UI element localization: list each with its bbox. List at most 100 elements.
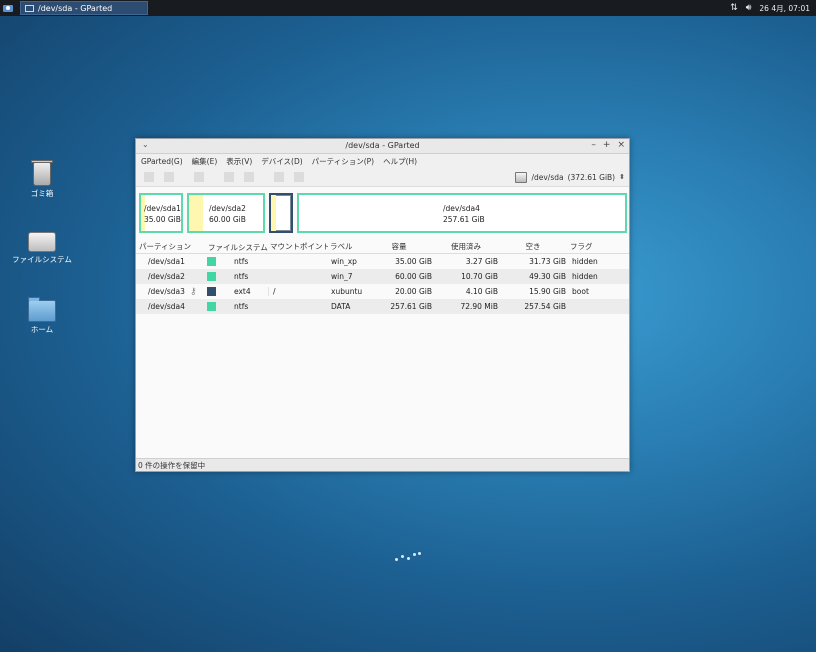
- col-flags[interactable]: フラグ: [568, 241, 626, 253]
- disk-map: /dev/sda1 35.00 GiB /dev/sda2 60.00 GiB /d…: [139, 191, 627, 237]
- window-title: /dev/sda - GParted: [345, 141, 420, 150]
- cell-partition: /dev/sda2: [148, 272, 185, 281]
- cell-partition: /dev/sda4: [148, 302, 185, 311]
- diskmap-partition-sda2[interactable]: /dev/sda2 60.00 GiB: [187, 193, 265, 233]
- cell-used: 4.10 GiB: [465, 287, 498, 296]
- device-name: /dev/sda: [531, 172, 564, 182]
- desktop-icon-filesystem[interactable]: ファイルシステム: [12, 232, 72, 265]
- cell-size: 257.61 GiB: [390, 302, 432, 311]
- cell-filesystem: ntfs: [234, 257, 249, 266]
- cell-used: 72.90 MiB: [460, 302, 498, 311]
- device-size: (372.61 GiB): [567, 172, 616, 182]
- menu-device[interactable]: デバイス(D): [261, 156, 302, 167]
- cell-mountpoint: /: [268, 287, 328, 296]
- menu-partition[interactable]: パーティション(P): [312, 156, 374, 167]
- col-free[interactable]: 空き: [500, 241, 568, 253]
- cell-filesystem: ext4: [234, 287, 251, 296]
- close-icon[interactable]: ×: [617, 140, 625, 150]
- partition-size: 60.00 GiB: [209, 215, 246, 224]
- network-icon[interactable]: ⇅: [730, 2, 738, 14]
- menu-view[interactable]: 表示(V): [226, 156, 252, 167]
- toolbar: /dev/sda (372.61 GiB) ⬍: [136, 168, 629, 187]
- paste-icon[interactable]: [244, 172, 254, 182]
- col-mountpoint[interactable]: マウントポイント: [268, 241, 328, 253]
- diskmap-partition-sda1[interactable]: /dev/sda1 35.00 GiB: [139, 193, 183, 233]
- col-label[interactable]: ラベル: [328, 241, 366, 253]
- menu-gparted[interactable]: GParted(G): [141, 157, 183, 166]
- diskmap-partition-sda4[interactable]: /dev/sda4 257.61 GiB: [297, 193, 627, 233]
- col-used[interactable]: 使用済み: [434, 241, 500, 253]
- volume-icon[interactable]: 🔊︎: [746, 2, 752, 14]
- top-panel: /dev/sda - GParted ⇅ 🔊︎ 26 4月, 07:01: [0, 0, 816, 16]
- taskbar-item-label: /dev/sda - GParted: [38, 3, 113, 13]
- menu-edit[interactable]: 編集(E): [192, 156, 218, 167]
- cell-used: 3.27 GiB: [465, 257, 498, 266]
- window-icon: [25, 4, 34, 12]
- desktop-icon-trash[interactable]: ゴミ箱: [12, 160, 72, 199]
- undo-icon[interactable]: [274, 172, 284, 182]
- xfce-menu-icon[interactable]: [2, 2, 14, 14]
- pending-operations-status: 0 件の操作を保留中: [138, 461, 206, 470]
- cell-size: 60.00 GiB: [395, 272, 432, 281]
- table-row[interactable]: /dev/sda2 ntfs win_7 60.00 GiB 10.70 GiB…: [136, 269, 629, 284]
- maximize-icon[interactable]: +: [603, 140, 611, 150]
- table-header: パーティション ファイルシステム マウントポイント ラベル 容量 使用済み 空き…: [136, 241, 629, 254]
- clock[interactable]: 26 4月, 07:01: [759, 3, 810, 14]
- taskbar-item-gparted[interactable]: /dev/sda - GParted: [20, 1, 148, 15]
- cell-size: 35.00 GiB: [395, 257, 432, 266]
- cell-filesystem: ntfs: [234, 272, 249, 281]
- delete-partition-icon[interactable]: [164, 172, 174, 182]
- cell-partition: /dev/sda1: [148, 257, 185, 266]
- menubar: GParted(G) 編集(E) 表示(V) デバイス(D) パーティション(P…: [136, 154, 629, 168]
- cell-free: 49.30 GiB: [529, 272, 566, 281]
- device-selector[interactable]: /dev/sda (372.61 GiB) ⬍: [515, 170, 625, 184]
- desktop-icon-label: ファイルシステム: [12, 255, 72, 264]
- cell-flags: boot: [572, 287, 589, 296]
- cell-label: xubuntu: [331, 287, 363, 296]
- chevron-updown-icon: ⬍: [619, 173, 625, 181]
- cell-label: win_xp: [331, 257, 357, 266]
- diskmap-partition-sda3[interactable]: [269, 193, 293, 233]
- status-bar: 0 件の操作を保留中: [136, 458, 629, 471]
- partition-table: パーティション ファイルシステム マウントポイント ラベル 容量 使用済み 空き…: [136, 241, 629, 314]
- partition-size: 35.00 GiB: [144, 215, 181, 224]
- cell-free: 31.73 GiB: [529, 257, 566, 266]
- partition-name: /dev/sda4: [443, 204, 480, 213]
- cell-used: 10.70 GiB: [461, 272, 498, 281]
- partition-size: 257.61 GiB: [443, 215, 485, 224]
- partition-name: /dev/sda1: [144, 204, 181, 213]
- resize-move-icon[interactable]: [194, 172, 204, 182]
- cell-filesystem: ntfs: [234, 302, 249, 311]
- table-row[interactable]: /dev/sda3 ⚷ ext4 / xubuntu 20.00 GiB 4.1…: [136, 284, 629, 299]
- table-row[interactable]: /dev/sda1 ntfs win_xp 35.00 GiB 3.27 GiB…: [136, 254, 629, 269]
- apply-icon[interactable]: [294, 172, 304, 182]
- cell-label: win_7: [331, 272, 353, 281]
- fs-color-swatch: [207, 302, 216, 311]
- system-tray: ⇅ 🔊︎ 26 4月, 07:01: [730, 2, 810, 14]
- minimize-icon[interactable]: –: [591, 140, 596, 150]
- col-filesystem[interactable]: ファイルシステム: [206, 241, 268, 253]
- table-row[interactable]: /dev/sda4 ntfs DATA 257.61 GiB 72.90 MiB…: [136, 299, 629, 314]
- new-partition-icon[interactable]: [144, 172, 154, 182]
- titlebar[interactable]: ⌄ /dev/sda - GParted – + ×: [136, 139, 629, 154]
- drive-icon: [28, 232, 56, 252]
- fs-color-swatch: [207, 257, 216, 266]
- harddisk-icon: [515, 171, 528, 183]
- fs-color-swatch: [207, 287, 216, 296]
- trash-icon: [31, 160, 53, 186]
- cell-label: DATA: [331, 302, 351, 311]
- menu-help[interactable]: ヘルプ(H): [383, 156, 417, 167]
- copy-icon[interactable]: [224, 172, 234, 182]
- desktop-icon-label: ゴミ箱: [30, 189, 54, 198]
- cell-flags: hidden: [572, 272, 598, 281]
- col-partition[interactable]: パーティション: [136, 241, 206, 253]
- cell-free: 15.90 GiB: [529, 287, 566, 296]
- fs-color-swatch: [207, 272, 216, 281]
- col-size[interactable]: 容量: [366, 241, 434, 253]
- desktop-icon-home[interactable]: ホーム: [12, 297, 72, 335]
- home-folder-icon: [28, 297, 56, 322]
- busy-spinner-icon: [395, 551, 423, 563]
- cell-size: 20.00 GiB: [395, 287, 432, 296]
- desktop-icon-label: ホーム: [30, 325, 54, 334]
- cell-flags: hidden: [572, 257, 598, 266]
